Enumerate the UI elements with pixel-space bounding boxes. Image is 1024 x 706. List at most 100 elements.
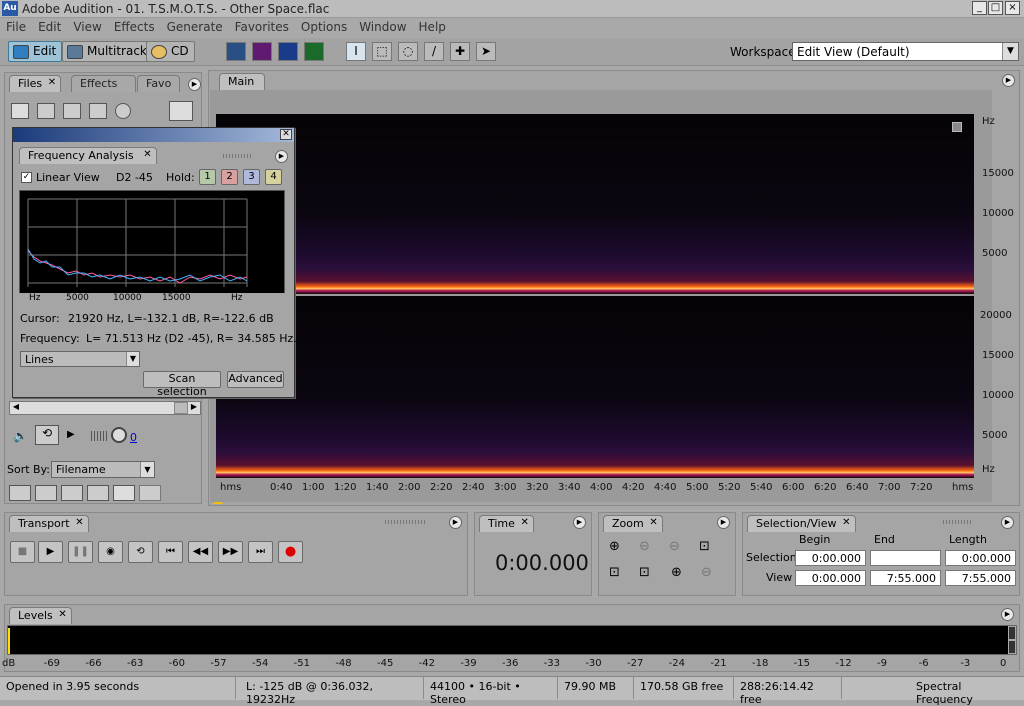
spot-healing-tool-icon[interactable]: ✚: [450, 42, 470, 61]
marquee-tool-icon[interactable]: ⬚: [372, 42, 392, 61]
tab-effects[interactable]: Effects: [71, 75, 137, 92]
advanced-button[interactable]: Advanced: [227, 371, 284, 388]
panel-menu-icon[interactable]: ▶: [1002, 74, 1015, 87]
close-icon[interactable]: ✕: [58, 609, 66, 620]
menu-window[interactable]: Window: [353, 18, 412, 34]
pause-button[interactable]: ❚❚: [68, 541, 93, 563]
tab-frequency-analysis[interactable]: Frequency Analysis ✕: [19, 147, 157, 164]
record-button[interactable]: ●: [278, 541, 303, 563]
zoom-out-vertical-icon[interactable]: ⊖: [701, 565, 712, 580]
floating-window-titlebar[interactable]: ✕: [13, 128, 294, 142]
volume-knob[interactable]: [111, 427, 127, 443]
menu-effects[interactable]: Effects: [108, 18, 161, 34]
fast-forward-button[interactable]: ▶▶: [218, 541, 243, 563]
play-button[interactable]: ▶: [38, 541, 63, 563]
panel-menu-icon[interactable]: ▶: [275, 150, 288, 163]
menu-file[interactable]: File: [0, 18, 32, 34]
spectrogram-left-channel[interactable]: [216, 114, 974, 294]
loop-play-button[interactable]: ⟲: [128, 541, 153, 563]
zoom-in-horizontal-icon[interactable]: ⊕: [609, 539, 620, 554]
show-loops-icon[interactable]: [35, 485, 57, 501]
panel-grip[interactable]: [223, 154, 253, 158]
frequency-graph[interactable]: dB -36 -72 dB: [19, 190, 285, 306]
close-icon[interactable]: ✕: [842, 517, 850, 528]
spectral-frequency-view-icon[interactable]: [252, 42, 272, 61]
menu-edit[interactable]: Edit: [32, 18, 67, 34]
workspace-select[interactable]: Edit View (Default) ▼: [792, 42, 1019, 61]
tab-zoom[interactable]: Zoom ✕: [603, 515, 663, 532]
edit-mode-button[interactable]: Edit: [8, 41, 63, 62]
close-button[interactable]: ×: [1005, 1, 1020, 15]
waveform-view-icon[interactable]: [226, 42, 246, 61]
hold-button-2[interactable]: 2: [221, 169, 238, 185]
linear-view-checkbox[interactable]: ✓: [21, 172, 32, 183]
panel-menu-icon[interactable]: ▶: [1001, 516, 1014, 529]
open-file-icon[interactable]: [11, 103, 29, 119]
clip-indicator-right[interactable]: [1008, 640, 1016, 654]
minimize-button[interactable]: _: [972, 1, 987, 15]
tab-favorites[interactable]: Favo: [137, 75, 181, 92]
close-file-icon[interactable]: [37, 103, 55, 119]
close-icon[interactable]: ✕: [48, 77, 56, 88]
show-video-icon[interactable]: [61, 485, 83, 501]
multitrack-mode-button[interactable]: Multitrack: [62, 41, 153, 62]
loop-icon[interactable]: ⟲: [35, 425, 59, 445]
scan-selection-button[interactable]: Scan selection: [143, 371, 221, 398]
close-icon[interactable]: ✕: [75, 517, 83, 528]
view-begin-field[interactable]: 0:00.000: [795, 570, 866, 586]
tab-main[interactable]: Main: [219, 73, 266, 90]
spectral-phase-view-icon[interactable]: [304, 42, 324, 61]
panel-menu-icon[interactable]: ▶: [573, 516, 586, 529]
cd-mode-button[interactable]: CD: [146, 41, 195, 62]
lasso-tool-icon[interactable]: ◌: [398, 42, 418, 61]
horizontal-scrollbar[interactable]: ◀ ▶: [9, 401, 201, 415]
tab-files[interactable]: Files ✕: [9, 75, 62, 92]
tab-time[interactable]: Time ✕: [479, 515, 534, 532]
tab-transport[interactable]: Transport ✕: [9, 515, 89, 532]
spectrogram-right-channel[interactable]: [216, 296, 974, 478]
close-icon[interactable]: ✕: [649, 517, 657, 528]
selection-end-field[interactable]: [870, 550, 941, 566]
play-to-end-button[interactable]: ◉: [98, 541, 123, 563]
show-audio-icon[interactable]: [9, 485, 31, 501]
show-midi-icon[interactable]: [87, 485, 109, 501]
insert-multitrack-icon[interactable]: [63, 103, 81, 119]
zoom-out-full-icon[interactable]: ⊖: [669, 539, 680, 554]
zoom-to-right-edge-icon[interactable]: ⊡: [639, 565, 650, 580]
go-to-end-button[interactable]: ⏭: [248, 541, 273, 563]
edit-file-icon[interactable]: [115, 103, 131, 119]
sort-by-select[interactable]: Filename ▼: [51, 461, 155, 478]
tab-levels[interactable]: Levels ✕: [9, 607, 72, 624]
play-preview-icon[interactable]: ▶: [67, 429, 75, 440]
scroll-right-icon[interactable]: ▶: [188, 402, 200, 414]
panel-menu-icon[interactable]: ▶: [1001, 608, 1014, 621]
view-end-field[interactable]: 7:55.000: [870, 570, 941, 586]
stop-button[interactable]: ■: [10, 541, 35, 563]
full-path-icon[interactable]: [113, 485, 135, 501]
scrub-tool-icon[interactable]: ➤: [476, 42, 496, 61]
spectral-pan-view-icon[interactable]: [278, 42, 298, 61]
scroll-thumb[interactable]: [174, 402, 188, 414]
spectral-display[interactable]: Hz 15000 10000 5000 20000 15000 10000 50…: [210, 90, 1014, 502]
panel-grip[interactable]: [943, 520, 973, 524]
hold-button-1[interactable]: 1: [199, 169, 216, 185]
time-selection-tool-icon[interactable]: I: [346, 42, 366, 61]
zoom-to-left-edge-icon[interactable]: ⊡: [609, 565, 620, 580]
menu-favorites[interactable]: Favorites: [229, 18, 295, 34]
panel-menu-icon[interactable]: ▶: [449, 516, 462, 529]
menu-generate[interactable]: Generate: [161, 18, 229, 34]
insert-cd-icon[interactable]: [89, 103, 107, 119]
selection-begin-field[interactable]: 0:00.000: [795, 550, 866, 566]
corner-toggle-icon[interactable]: [952, 122, 962, 132]
close-icon[interactable]: ✕: [521, 517, 529, 528]
rewind-button[interactable]: ◀◀: [188, 541, 213, 563]
selection-length-field[interactable]: 0:00.000: [945, 550, 1016, 566]
speaker-icon[interactable]: 🔈: [13, 429, 28, 443]
close-icon[interactable]: ✕: [280, 129, 292, 140]
panel-menu-icon[interactable]: ▶: [188, 78, 201, 91]
brush-tool-icon[interactable]: /: [424, 42, 444, 61]
view-length-field[interactable]: 7:55.000: [945, 570, 1016, 586]
zoom-in-vertical-icon[interactable]: ⊕: [671, 565, 682, 580]
menu-view[interactable]: View: [67, 18, 107, 34]
hold-button-4[interactable]: 4: [265, 169, 282, 185]
